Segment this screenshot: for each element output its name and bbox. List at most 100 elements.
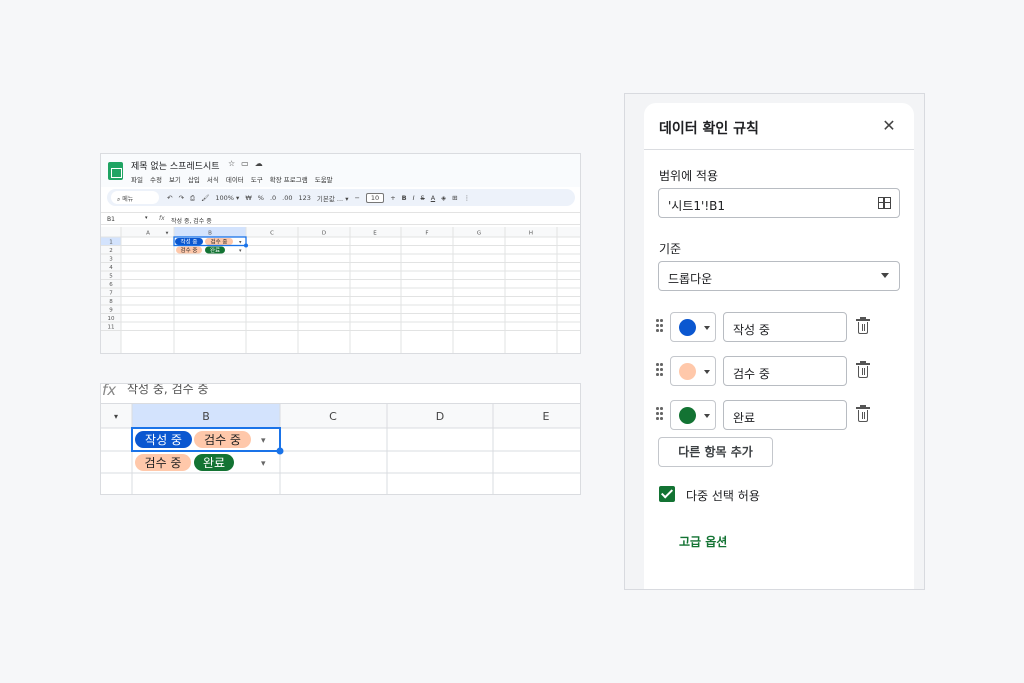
zoom-select[interactable]: 100% ▾ [215,194,239,202]
col-header-e[interactable]: E [373,231,377,237]
col-header-a[interactable]: A [146,231,150,237]
currency-button[interactable]: ₩ [245,194,251,202]
range-label: 범위에 적용 [659,169,719,183]
cell-dropdown-caret[interactable]: ▾ [239,240,242,246]
add-item-button[interactable]: 다른 항목 추가 [658,437,773,467]
close-button[interactable]: ✕ [879,116,899,136]
menu-insert[interactable]: 삽입 [188,174,200,184]
select-range-icon[interactable] [878,197,891,209]
multi-select-checkbox[interactable] [659,486,675,502]
drag-handle-icon[interactable] [656,407,664,421]
title-bar: 제목 없는 스프레드시트 ☆▭☁ 파일 수정 보기 삽입 서식 데이터 도구 확… [101,154,580,187]
drag-handle-icon[interactable] [656,319,664,333]
menu-help[interactable]: 도움말 [315,174,333,184]
option-input[interactable]: 작성 중 [723,312,847,342]
menu-extensions[interactable]: 확장 프로그램 [270,174,308,184]
row-header-2[interactable]: 2 [109,248,113,254]
criteria-select[interactable]: 드롭다운 [658,261,900,291]
star-icon[interactable]: ☆ [228,159,241,168]
row-header-10[interactable]: 10 [108,316,115,322]
row-header-8[interactable]: 8 [109,299,113,305]
font-size-decrease[interactable]: − [354,194,359,202]
cell-grid-zoom[interactable]: ▾ B C D E 작성 중 검수 중 ▾ 검수 중 완료 ▾ [101,403,581,495]
menu-format[interactable]: 서식 [207,174,219,184]
font-size-increase[interactable]: + [390,194,395,202]
advanced-options-link[interactable]: 고급 옵션 [679,533,727,550]
menu-view[interactable]: 보기 [169,174,181,184]
row-header-5[interactable]: 5 [109,274,113,280]
chevron-down-icon[interactable]: ▾ [145,215,148,221]
option-input[interactable]: 검수 중 [723,356,847,386]
cell-dropdown-caret[interactable]: ▾ [239,248,242,254]
col-header-b[interactable]: B [208,231,212,237]
sheets-logo-icon[interactable] [108,162,123,180]
col-header-d[interactable]: D [436,410,444,423]
fill-handle[interactable] [244,243,248,248]
zoom-value: 100% [215,194,234,202]
col-header-d[interactable]: D [322,231,326,237]
color-picker-button[interactable] [670,400,716,430]
fill-handle[interactable] [276,447,284,455]
col-header-f[interactable]: F [425,231,428,237]
menu-file[interactable]: 파일 [131,174,143,184]
col-header-e[interactable]: E [543,410,550,423]
print-icon[interactable]: ⎙ [190,194,195,203]
cell-dropdown-caret[interactable]: ▾ [261,436,266,446]
bold-button[interactable]: B [402,194,407,202]
col-header-g[interactable]: G [477,231,481,237]
decrease-decimal-button[interactable]: .0 [270,194,276,202]
color-picker-button[interactable] [670,356,716,386]
row-header-11[interactable]: 11 [108,325,115,331]
document-title[interactable]: 제목 없는 스프레드시트 [131,159,220,172]
delete-icon[interactable] [856,361,870,379]
redo-icon[interactable]: ↷ [178,194,183,202]
paint-format-icon[interactable]: 🖌 [201,194,209,202]
option-input[interactable]: 완료 [723,400,847,430]
col-header-h[interactable]: H [529,231,533,237]
formula-input[interactable]: 작성 중, 검수 중 [171,216,212,225]
cell-grid[interactable]: ▾ A B C D E F G H 1 2 3 4 5 6 7 8 9 10 1… [101,227,581,354]
menu-data[interactable]: 데이터 [226,174,244,184]
text-color-button[interactable]: A [431,194,435,202]
row-header-3[interactable]: 3 [109,257,113,263]
name-box[interactable]: B1 [107,216,115,223]
percent-button[interactable]: % [258,194,264,202]
row-header-4[interactable]: 4 [109,265,113,271]
strikethrough-button[interactable]: S [421,194,425,202]
color-picker-button[interactable] [670,312,716,342]
delete-icon[interactable] [856,317,870,335]
formula-bar-zoom: fx 작성 중, 검수 중 [101,384,580,403]
range-input[interactable]: '시트1'!B1 [658,188,900,218]
folder-icon[interactable]: ▭ [241,159,255,168]
row-header-6[interactable]: 6 [109,282,113,288]
cloud-icon[interactable]: ☁ [255,159,269,168]
font-size-input[interactable]: 10 [365,193,385,203]
col-header-c[interactable]: C [270,231,274,237]
row-header-7[interactable]: 7 [109,291,113,297]
italic-button[interactable]: I [413,194,415,202]
col-header-b[interactable]: B [202,410,210,423]
color-swatch [679,319,696,336]
spreadsheet-overview: 제목 없는 스프레드시트 ☆▭☁ 파일 수정 보기 삽입 서식 데이터 도구 확… [100,153,581,354]
borders-icon[interactable]: ⊞ [452,194,457,202]
increase-decimal-button[interactable]: .00 [282,194,292,202]
font-select[interactable]: 기본값 ... ▾ [317,193,349,203]
col-header-c[interactable]: C [329,410,337,423]
corner-select-caret[interactable]: ▾ [114,412,118,421]
cell-dropdown-caret[interactable]: ▾ [261,459,266,469]
chip-label: 검수 중 [211,239,228,246]
number-format-button[interactable]: 123 [298,194,310,202]
menu-search[interactable]: ⌕ 메뉴 [111,191,159,204]
toolbar: ⌕ 메뉴 ↶ ↷ ⎙ 🖌 100% ▾ ₩ % .0 .00 123 기본값 .… [107,189,575,206]
row-header-9[interactable]: 9 [109,308,113,314]
corner-select-caret[interactable]: ▾ [166,231,169,237]
menu-tools[interactable]: 도구 [251,174,263,184]
undo-icon[interactable]: ↶ [167,194,172,202]
row-header-1[interactable]: 1 [109,240,113,246]
fill-color-icon[interactable]: ◈ [441,194,446,202]
more-icon[interactable]: ⋮ [464,194,471,202]
menu-edit[interactable]: 수정 [150,174,162,184]
formula-input-zoom[interactable]: 작성 중, 검수 중 [127,384,209,397]
delete-icon[interactable] [856,405,870,423]
drag-handle-icon[interactable] [656,363,664,377]
